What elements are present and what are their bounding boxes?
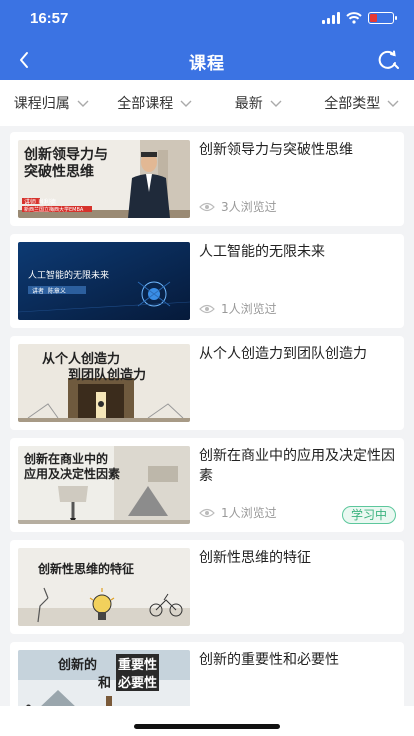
- chevron-down-icon: [270, 100, 282, 107]
- course-card[interactable]: 创新领导力与 突破性思维 讲师 肖利德 新西兰国立梅西大学EMBA 创新领导力与…: [10, 132, 404, 226]
- course-card[interactable]: 人工智能的无限未来 讲者 陈章义 人工智能的无限未来 1人浏览过: [10, 234, 404, 328]
- status-bar: 16:57: [0, 0, 414, 40]
- page-title: 课程: [189, 54, 225, 74]
- course-title: 创新性思维的特征: [199, 550, 311, 566]
- course-card[interactable]: 创新在商业中的 应用及决定性因素 创新在商业中的应用及决定性因素 1人浏览过 学…: [10, 438, 404, 532]
- chevron-down-icon: [387, 100, 399, 107]
- thumb-title-line-2: 应用及决定性因素: [24, 467, 121, 481]
- status-time: 16:57: [30, 10, 69, 27]
- eye-icon: [199, 202, 215, 211]
- course-title: 人工智能的无限未来: [199, 244, 325, 260]
- course-list: 创新领导力与 突破性思维 讲师 肖利德 新西兰国立梅西大学EMBA 创新领导力与…: [0, 126, 414, 706]
- filter-bar: 课程归属 全部课程 最新 全部类型: [0, 80, 414, 126]
- chevron-down-icon: [77, 100, 89, 107]
- view-count: 1人浏览过: [199, 504, 277, 521]
- eye-icon: [199, 508, 215, 517]
- course-card[interactable]: 从个人创造力 到团队创造力 从个人创造力到团队创造力: [10, 336, 404, 430]
- thumb-title-line-2: 突破性思维: [24, 164, 94, 180]
- course-title: 创新领导力与突破性思维: [199, 142, 353, 158]
- thumb-title: 人工智能的无限未来: [28, 271, 110, 281]
- filter-sort-latest[interactable]: 最新: [207, 80, 311, 126]
- learning-status-badge: 学习中: [341, 506, 396, 524]
- course-thumbnail: 创新性思维的特征: [18, 548, 190, 626]
- battery-icon: [368, 12, 397, 24]
- thumb-title-part-2: 重要性: [116, 654, 160, 673]
- course-thumbnail: 创新的 重要性 和 必要性: [18, 650, 190, 706]
- thumb-lecturer: 讲师 肖利德: [24, 199, 56, 206]
- course-title: 创新的重要性和必要性: [199, 652, 339, 668]
- refresh-search-icon: [378, 50, 399, 69]
- course-thumbnail: 创新领导力与 突破性思维 讲师 肖利德 新西兰国立梅西大学EMBA: [18, 140, 190, 218]
- course-title: 创新在商业中的应用及决定性因素: [199, 448, 395, 484]
- view-count: 1人浏览过: [199, 300, 277, 317]
- wifi-icon: [346, 12, 362, 24]
- thumb-title: 创新性思维的特征: [38, 562, 135, 576]
- course-thumbnail: 人工智能的无限未来 讲者 陈章义: [18, 242, 190, 320]
- course-card[interactable]: 创新的 重要性 和 必要性 创新的重要性和必要性: [10, 642, 404, 706]
- view-count-text: 3人浏览过: [221, 200, 277, 214]
- thumb-title-line-2: 到团队创造力: [68, 368, 147, 383]
- home-indicator-bar: [0, 706, 414, 736]
- thumb-title-part-1: 创新的: [58, 658, 98, 673]
- filter-all-courses[interactable]: 全部课程: [104, 80, 208, 126]
- view-count: 3人浏览过: [199, 198, 277, 215]
- signal-icon: [322, 12, 340, 24]
- view-count-text: 1人浏览过: [221, 302, 277, 316]
- refresh-button[interactable]: [374, 46, 402, 74]
- filter-label: 全部类型: [324, 96, 381, 112]
- filter-label: 全部课程: [117, 96, 174, 112]
- filter-label: 最新: [234, 96, 263, 112]
- filter-all-types[interactable]: 全部类型: [311, 80, 414, 126]
- chevron-down-icon: [180, 100, 192, 107]
- thumb-lecturer: 讲者 陈章义: [32, 288, 66, 295]
- eye-icon: [199, 304, 215, 313]
- filter-course-category[interactable]: 课程归属: [0, 80, 104, 126]
- course-thumbnail: 从个人创造力 到团队创造力: [18, 344, 190, 422]
- thumb-affiliation: 新西兰国立梅西大学EMBA: [24, 207, 84, 213]
- filter-label: 课程归属: [13, 96, 70, 112]
- nav-bar: 课程: [0, 40, 414, 80]
- course-card[interactable]: 创新性思维的特征 创新性思维的特征: [10, 540, 404, 634]
- thumb-title-part-3: 和: [98, 676, 112, 691]
- course-thumbnail: 创新在商业中的 应用及决定性因素: [18, 446, 190, 524]
- course-title: 从个人创造力到团队创造力: [199, 346, 367, 362]
- status-icons: [322, 12, 397, 24]
- view-count-text: 1人浏览过: [221, 506, 277, 520]
- home-indicator[interactable]: [134, 724, 280, 729]
- thumb-title-part-4: 必要性: [116, 672, 160, 691]
- header-bar: 16:57 课程: [0, 0, 414, 80]
